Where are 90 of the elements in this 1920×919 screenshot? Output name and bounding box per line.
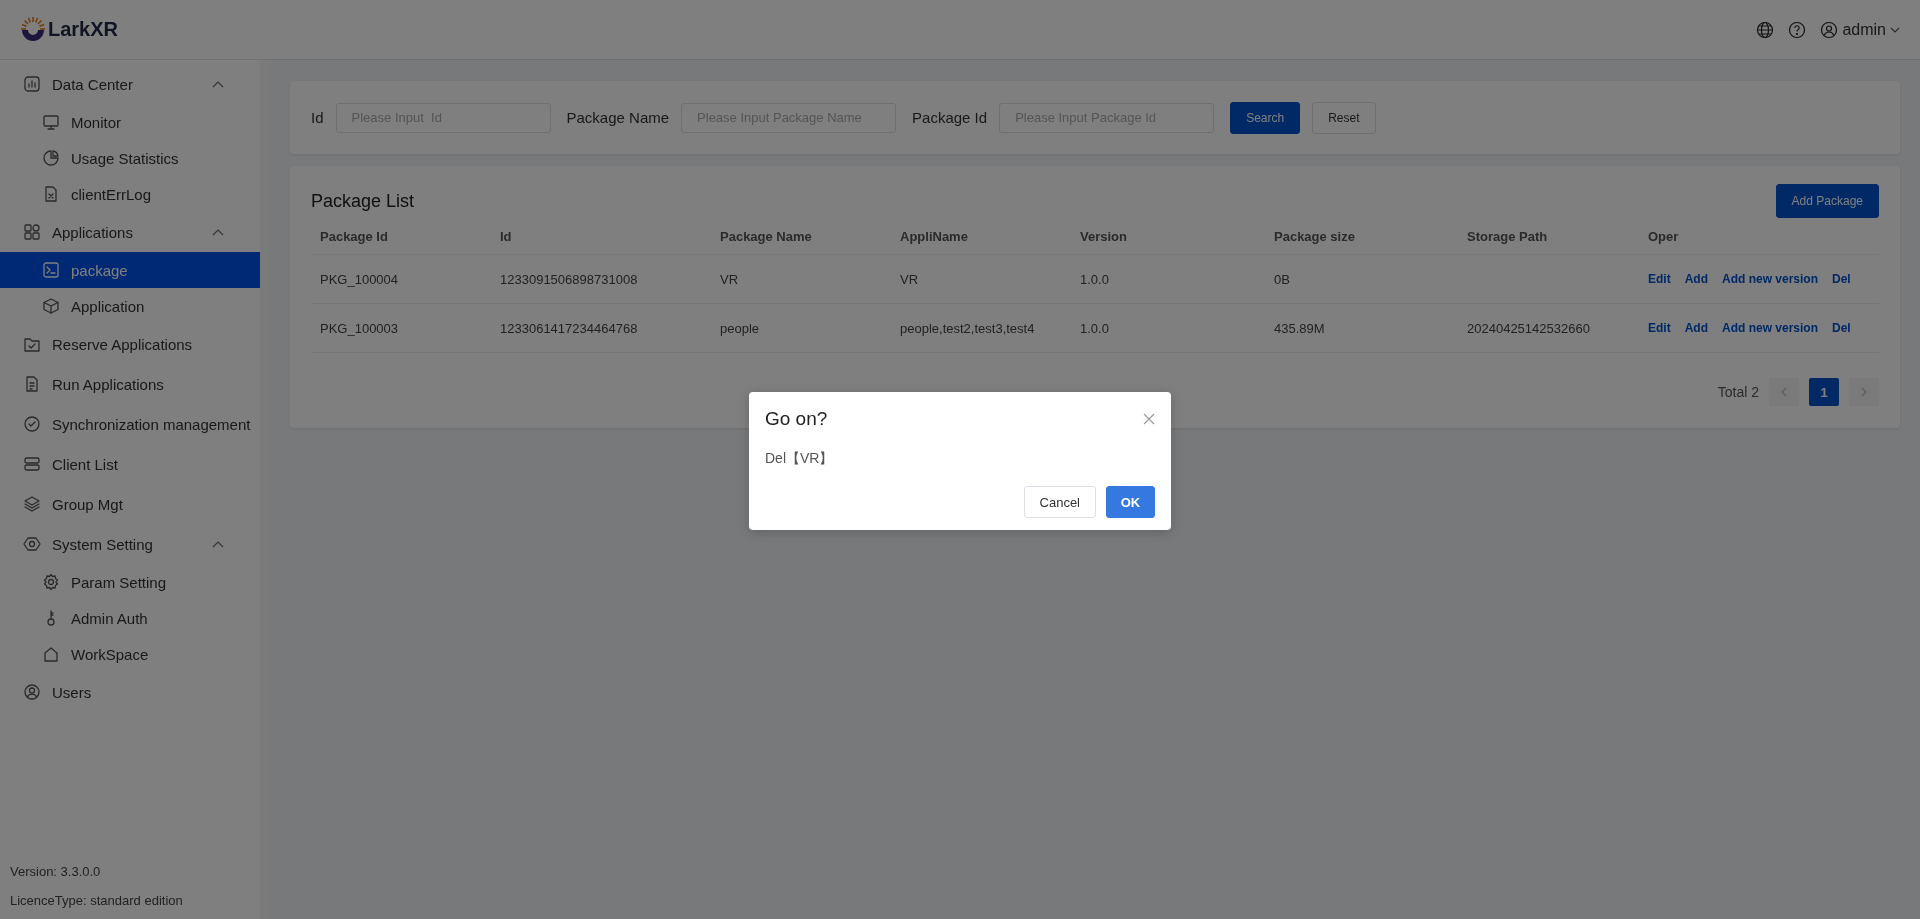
chevron-up-icon: [212, 228, 224, 236]
gear-icon: [42, 573, 60, 591]
sidebar-item[interactable]: Applications: [0, 212, 260, 252]
sidebar-subitem[interactable]: Admin Auth: [0, 600, 260, 636]
action-link[interactable]: Add: [1684, 272, 1708, 286]
action-link[interactable]: Add: [1684, 321, 1708, 335]
document-icon: [23, 375, 41, 393]
chevron-up-icon: [212, 540, 224, 548]
cancel-button[interactable]: Cancel: [1023, 486, 1096, 518]
terminal-icon: [42, 261, 60, 279]
column-header: Oper: [1647, 228, 1680, 244]
sidebar-subitem[interactable]: clientErrLog: [0, 176, 260, 212]
column-header: Package Name: [719, 228, 813, 244]
grid-icon: [23, 223, 41, 241]
table-cell-text: PKG_100003: [319, 320, 400, 336]
chevron-left-icon: [1780, 387, 1788, 397]
sidebar-item[interactable]: Client List: [0, 444, 260, 484]
sidebar-item[interactable]: Run Applications: [0, 364, 260, 404]
filter-label: Package Id: [912, 109, 988, 126]
sidebar-subitem[interactable]: Usage Statistics: [0, 140, 260, 176]
table-cell-text: PKG_100004: [319, 271, 400, 287]
sidebar-item[interactable]: Synchronization management: [0, 404, 260, 444]
action-link[interactable]: Edit: [1648, 272, 1671, 286]
action-link[interactable]: Add new version: [1722, 272, 1819, 286]
logo-text: LarkXR: [48, 18, 119, 41]
pie-chart-icon: [42, 149, 60, 167]
column-header: Package size: [1273, 228, 1356, 244]
table-cell-text: 0B: [1273, 271, 1291, 287]
add-package-button[interactable]: Add Package: [1775, 184, 1879, 218]
layers-icon: [23, 495, 41, 513]
total-count: Total 2: [1717, 384, 1759, 400]
globe-icon[interactable]: [1756, 20, 1775, 39]
action-link[interactable]: Add new version: [1722, 321, 1819, 335]
chevron-up-icon: [212, 80, 224, 88]
table-cell-text: VR: [899, 271, 920, 287]
action-link[interactable]: Edit: [1648, 321, 1671, 335]
table-cell-text: VR: [719, 271, 740, 287]
column-header: Id: [499, 228, 513, 244]
panel-title: Package List: [311, 190, 415, 212]
column-header: Version: [1079, 228, 1128, 244]
column-header: Package Id: [319, 228, 389, 244]
sidebar-subitem[interactable]: Monitor: [0, 104, 260, 140]
file-icon: [42, 185, 60, 203]
home-icon: [42, 645, 60, 663]
sidebar-item[interactable]: Data Center: [0, 64, 260, 104]
check-circle-icon: [23, 415, 41, 433]
help-icon[interactable]: [1788, 20, 1807, 39]
user-menu[interactable]: admin: [1820, 20, 1900, 39]
action-link[interactable]: Del: [1832, 272, 1851, 286]
version-text: Version: 3.3.0.0: [10, 864, 102, 879]
table-cell-text: 20240425142532660: [1466, 320, 1591, 336]
cube-icon: [42, 297, 60, 315]
table-cell-text: people: [719, 320, 761, 336]
dialog-title: Go on?: [765, 408, 828, 430]
monitor-icon: [42, 113, 60, 131]
user-icon: [1820, 20, 1839, 39]
action-link[interactable]: Del: [1832, 321, 1851, 335]
sidebar-subitem[interactable]: Application: [0, 288, 260, 324]
search-button[interactable]: Search: [1230, 101, 1301, 134]
chart-icon: [23, 75, 41, 93]
table-cell-text: 1.0.0: [1079, 271, 1110, 287]
table-cell-text: people,test2,test3,test4: [899, 320, 1036, 336]
hexagon-icon: [23, 535, 41, 553]
sidebar-item[interactable]: Users: [0, 672, 260, 712]
sidebar-item[interactable]: Group Mgt: [0, 484, 260, 524]
server-icon: [23, 455, 41, 473]
sidebar-subitem[interactable]: Param Setting: [0, 564, 260, 600]
column-header: Storage Path: [1466, 228, 1549, 244]
column-header: AppliName: [899, 228, 969, 244]
logo-icon: [20, 16, 46, 43]
sidebar-subitem[interactable]: package: [0, 252, 260, 288]
page-button[interactable]: 1: [1809, 378, 1839, 406]
dialog-message: Del【VR】: [765, 450, 835, 468]
chevron-right-icon: [1860, 387, 1868, 397]
sidebar-item[interactable]: System Setting: [0, 524, 260, 564]
ok-button[interactable]: OK: [1106, 486, 1155, 518]
user-icon: [23, 683, 41, 701]
caret-icon: [1890, 26, 1900, 33]
licence-text: LicenceType: standard edition: [10, 893, 184, 908]
reset-button[interactable]: Reset: [1312, 101, 1376, 134]
table-cell-text: 1.0.0: [1079, 320, 1110, 336]
table-cell-text: 435.89M: [1273, 320, 1326, 336]
close-icon[interactable]: [1143, 413, 1155, 425]
filter-label: Id: [311, 109, 324, 126]
sidebar-subitem[interactable]: WorkSpace: [0, 636, 260, 672]
filter-label: Package Name: [566, 109, 670, 126]
table-cell-text: 1233061417234464768: [499, 320, 639, 336]
sidebar-item[interactable]: Reserve Applications: [0, 324, 260, 364]
table-cell-text: 1233091506898731008: [499, 271, 639, 287]
folder-check-icon: [23, 335, 41, 353]
